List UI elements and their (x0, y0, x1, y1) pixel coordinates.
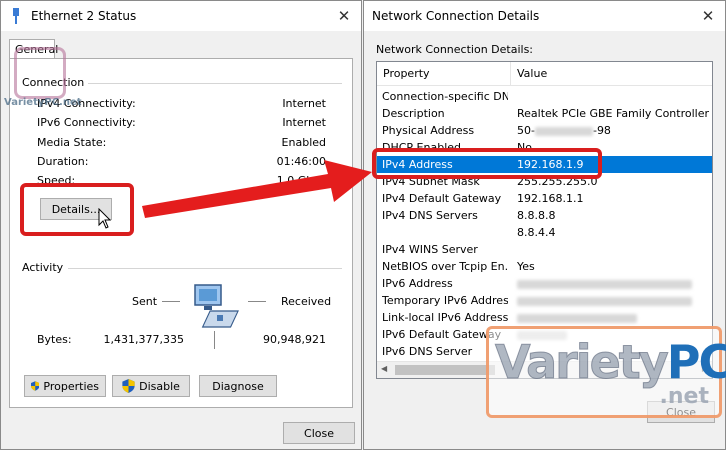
media-state-value: Enabled (281, 136, 326, 149)
scrollbar-thumb[interactable] (395, 365, 495, 375)
network-computers-icon (194, 284, 239, 328)
close-window-button[interactable]: ✕ (327, 1, 361, 31)
list-item[interactable]: Connection-specific DN... (377, 88, 712, 105)
bytes-divider (214, 331, 215, 349)
list-item[interactable]: IPv4 Subnet Mask 255.255.255.0 (377, 173, 712, 190)
disable-button[interactable]: Disable (112, 375, 190, 397)
group-divider (68, 268, 342, 269)
bytes-sent-value: 1,431,377,335 (103, 333, 184, 346)
redacted-value (517, 296, 692, 306)
duration-label: Duration: (37, 155, 89, 168)
list-item[interactable]: NetBIOS over Tcpip En... Yes (377, 258, 712, 275)
column-divider[interactable] (510, 62, 511, 86)
sent-label: Sent (132, 295, 158, 308)
received-label: Received (281, 295, 332, 308)
close-window-button[interactable]: ✕ (691, 1, 725, 31)
mouse-cursor-icon (98, 208, 112, 229)
list-item[interactable]: Link-local IPv6 Address (377, 309, 712, 326)
redacted-value (534, 126, 593, 136)
list-item[interactable]: Description Realtek PCIe GBE Family Contr… (377, 105, 712, 122)
bytes-label: Bytes: (37, 333, 72, 346)
received-line (248, 301, 266, 302)
title-bar: Network Connection Details ✕ (364, 1, 725, 31)
disable-button-label: Disable (139, 379, 180, 393)
close-button[interactable]: Close (283, 422, 355, 444)
list-item[interactable]: DHCP Enabled No (377, 139, 712, 156)
red-arrow-icon (142, 160, 372, 218)
column-header-property[interactable]: Property (383, 67, 430, 80)
sent-line (162, 301, 180, 302)
uac-shield-icon (31, 381, 40, 391)
diagnose-button[interactable]: Diagnose (199, 375, 277, 397)
list-item[interactable]: IPv4 Default Gateway 192.168.1.1 (377, 190, 712, 207)
watermark-logo: VarietyPC .net (486, 326, 726, 418)
title-bar: Ethernet 2 Status ✕ (1, 1, 361, 31)
column-header-value[interactable]: Value (517, 67, 547, 80)
list-item-selected[interactable]: IPv4 Address 192.168.1.9 (377, 156, 712, 173)
activity-group-label: Activity (22, 261, 68, 274)
details-group-label: Network Connection Details: (376, 43, 534, 56)
speed-label: Speed: (37, 174, 76, 187)
scroll-left-icon[interactable]: ◀ (381, 364, 387, 373)
group-divider (80, 83, 342, 84)
list-item[interactable]: IPv4 DNS Servers 8.8.8.8 (377, 207, 712, 224)
properties-button-label: Properties (43, 379, 99, 393)
ipv6-connectivity-value: Internet (282, 116, 326, 129)
redacted-value (517, 313, 637, 323)
list-item[interactable]: Temporary IPv6 Address (377, 292, 712, 309)
list-item[interactable]: IPv4 WINS Server (377, 241, 712, 258)
list-item[interactable]: IPv6 Address (377, 275, 712, 292)
watermark-logo-small: VarietyPC.net (4, 43, 102, 135)
list-item[interactable]: 8.8.4.4 (377, 224, 712, 241)
window-title: Ethernet 2 Status (31, 9, 137, 23)
window-title: Network Connection Details (372, 9, 540, 23)
bytes-received-value: 90,948,921 (263, 333, 326, 346)
list-header: Property Value (377, 62, 712, 86)
media-state-label: Media State: (37, 136, 107, 149)
ethernet-icon (13, 8, 19, 24)
uac-shield-icon (122, 379, 135, 393)
list-item[interactable]: Physical Address 50- -98 (377, 122, 712, 139)
ipv4-connectivity-value: Internet (282, 97, 326, 110)
redacted-value (517, 279, 692, 289)
properties-button[interactable]: Properties (24, 375, 106, 397)
